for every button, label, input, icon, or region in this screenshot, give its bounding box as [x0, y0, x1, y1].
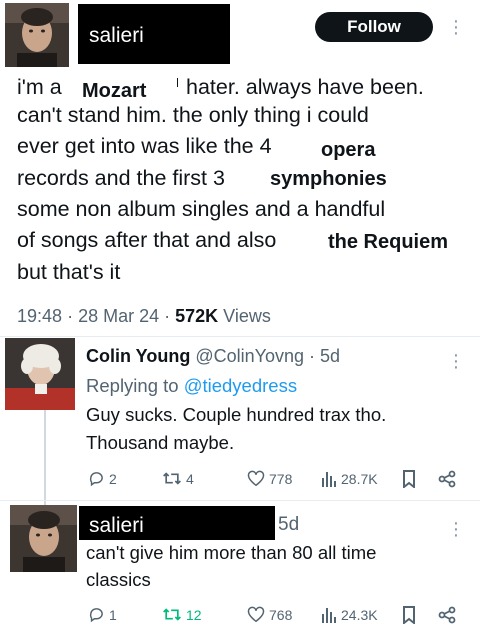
mozart-overlay: Mozart — [82, 80, 147, 103]
views-icon — [322, 608, 336, 623]
tweet-line-1a: i'm a — [17, 75, 62, 99]
like-count: 768 — [269, 606, 293, 623]
divider — [0, 336, 480, 337]
avatar[interactable] — [10, 505, 77, 572]
divider — [0, 500, 480, 501]
retweet-icon — [163, 608, 181, 621]
tweet-line-7: but that's it — [17, 260, 121, 284]
views-count: 28.7K — [341, 470, 378, 487]
bookmark-icon — [403, 470, 415, 488]
retweet-count: 4 — [186, 470, 194, 487]
tweet-time[interactable]: 19:48 — [17, 306, 62, 326]
like-action[interactable]: 778 — [247, 470, 292, 487]
retweet-action[interactable]: 12 — [162, 606, 202, 623]
heart-icon — [247, 470, 265, 487]
reply-line-2: Thousand maybe. — [86, 432, 235, 453]
symphonies-overlay: symphonies — [270, 168, 387, 191]
tweet-meta: 19:48 · 28 Mar 24 · 572K Views — [17, 306, 271, 327]
more-options-icon[interactable]: · · · — [452, 345, 460, 377]
follow-button[interactable]: Follow — [315, 12, 433, 42]
retweet-action[interactable]: 4 — [162, 470, 194, 487]
reply-action[interactable]: 1 — [88, 606, 117, 623]
tweet-line-1b: hater. always have been. — [186, 75, 424, 99]
reply-line-2: classics — [86, 569, 151, 590]
like-action[interactable]: 768 — [247, 606, 292, 623]
reply-count: 1 — [109, 606, 117, 623]
views-label: Views — [223, 306, 271, 326]
views-count: 572K — [175, 306, 219, 326]
like-count: 778 — [269, 470, 293, 487]
tweet-line-1-gap-mark — [177, 78, 178, 87]
reply-count: 2 — [109, 470, 117, 487]
views-action[interactable]: 28.7K — [321, 470, 378, 487]
tweet-line-5: some non album singles and a handful — [17, 197, 386, 221]
replying-prefix: Replying to — [86, 375, 179, 396]
share-icon — [438, 470, 456, 488]
thread-line — [44, 410, 46, 508]
reply-age[interactable]: · 5d — [309, 346, 340, 366]
bookmark-action[interactable] — [402, 606, 416, 624]
avatar[interactable] — [5, 338, 75, 410]
requiem-overlay: the Requiem — [328, 231, 449, 254]
avatar[interactable] — [5, 3, 69, 67]
reply-age[interactable]: 5d — [278, 514, 299, 536]
replying-handle-link[interactable]: @tiedyedress — [184, 375, 297, 396]
reply-line-1: can't give him more than 80 all time — [86, 542, 377, 563]
colin-avatar-image — [5, 338, 75, 410]
bookmark-icon — [403, 606, 415, 624]
retweet-count: 12 — [186, 606, 202, 623]
reply-header: Colin Young @ColinYovng · 5d — [86, 346, 340, 367]
views-count: 24.3K — [341, 606, 378, 623]
tweet-line-6: of songs after that and also — [17, 228, 277, 252]
reply-icon — [89, 608, 103, 623]
opera-overlay: opera — [321, 139, 376, 162]
username-label[interactable]: salieri — [89, 24, 144, 48]
salieri-avatar-image — [5, 3, 69, 67]
views-action[interactable]: 24.3K — [321, 606, 378, 623]
reply-author-handle[interactable]: @ColinYovng — [195, 346, 304, 366]
meta-separator: · — [164, 306, 176, 326]
meta-separator: · — [67, 306, 79, 326]
reply-line-1: Guy sucks. Couple hundred trax tho. — [86, 404, 387, 425]
retweet-icon — [163, 472, 181, 485]
tweet-line-4: records and the first 3 — [17, 166, 225, 190]
more-options-icon[interactable]: · · · — [452, 11, 460, 43]
share-action[interactable] — [438, 606, 456, 624]
views-icon — [322, 472, 336, 487]
salieri-avatar-image — [10, 505, 77, 572]
share-action[interactable] — [438, 470, 456, 488]
tweet-line-3: ever get into was like the 4 — [17, 134, 272, 158]
bookmark-action[interactable] — [402, 470, 416, 488]
heart-icon — [247, 606, 265, 623]
more-options-icon[interactable]: · · · — [452, 513, 460, 545]
tweet-line-2: can't stand him. the only thing i could — [17, 103, 369, 127]
reply-icon — [89, 472, 103, 487]
reply-author-name[interactable]: salieri — [89, 514, 144, 538]
reply-author-name[interactable]: Colin Young — [86, 346, 190, 366]
share-icon — [438, 606, 456, 624]
replying-to: Replying to @tiedyedress — [86, 375, 297, 397]
tweet-date[interactable]: 28 Mar 24 — [78, 306, 159, 326]
reply-action[interactable]: 2 — [88, 470, 117, 487]
